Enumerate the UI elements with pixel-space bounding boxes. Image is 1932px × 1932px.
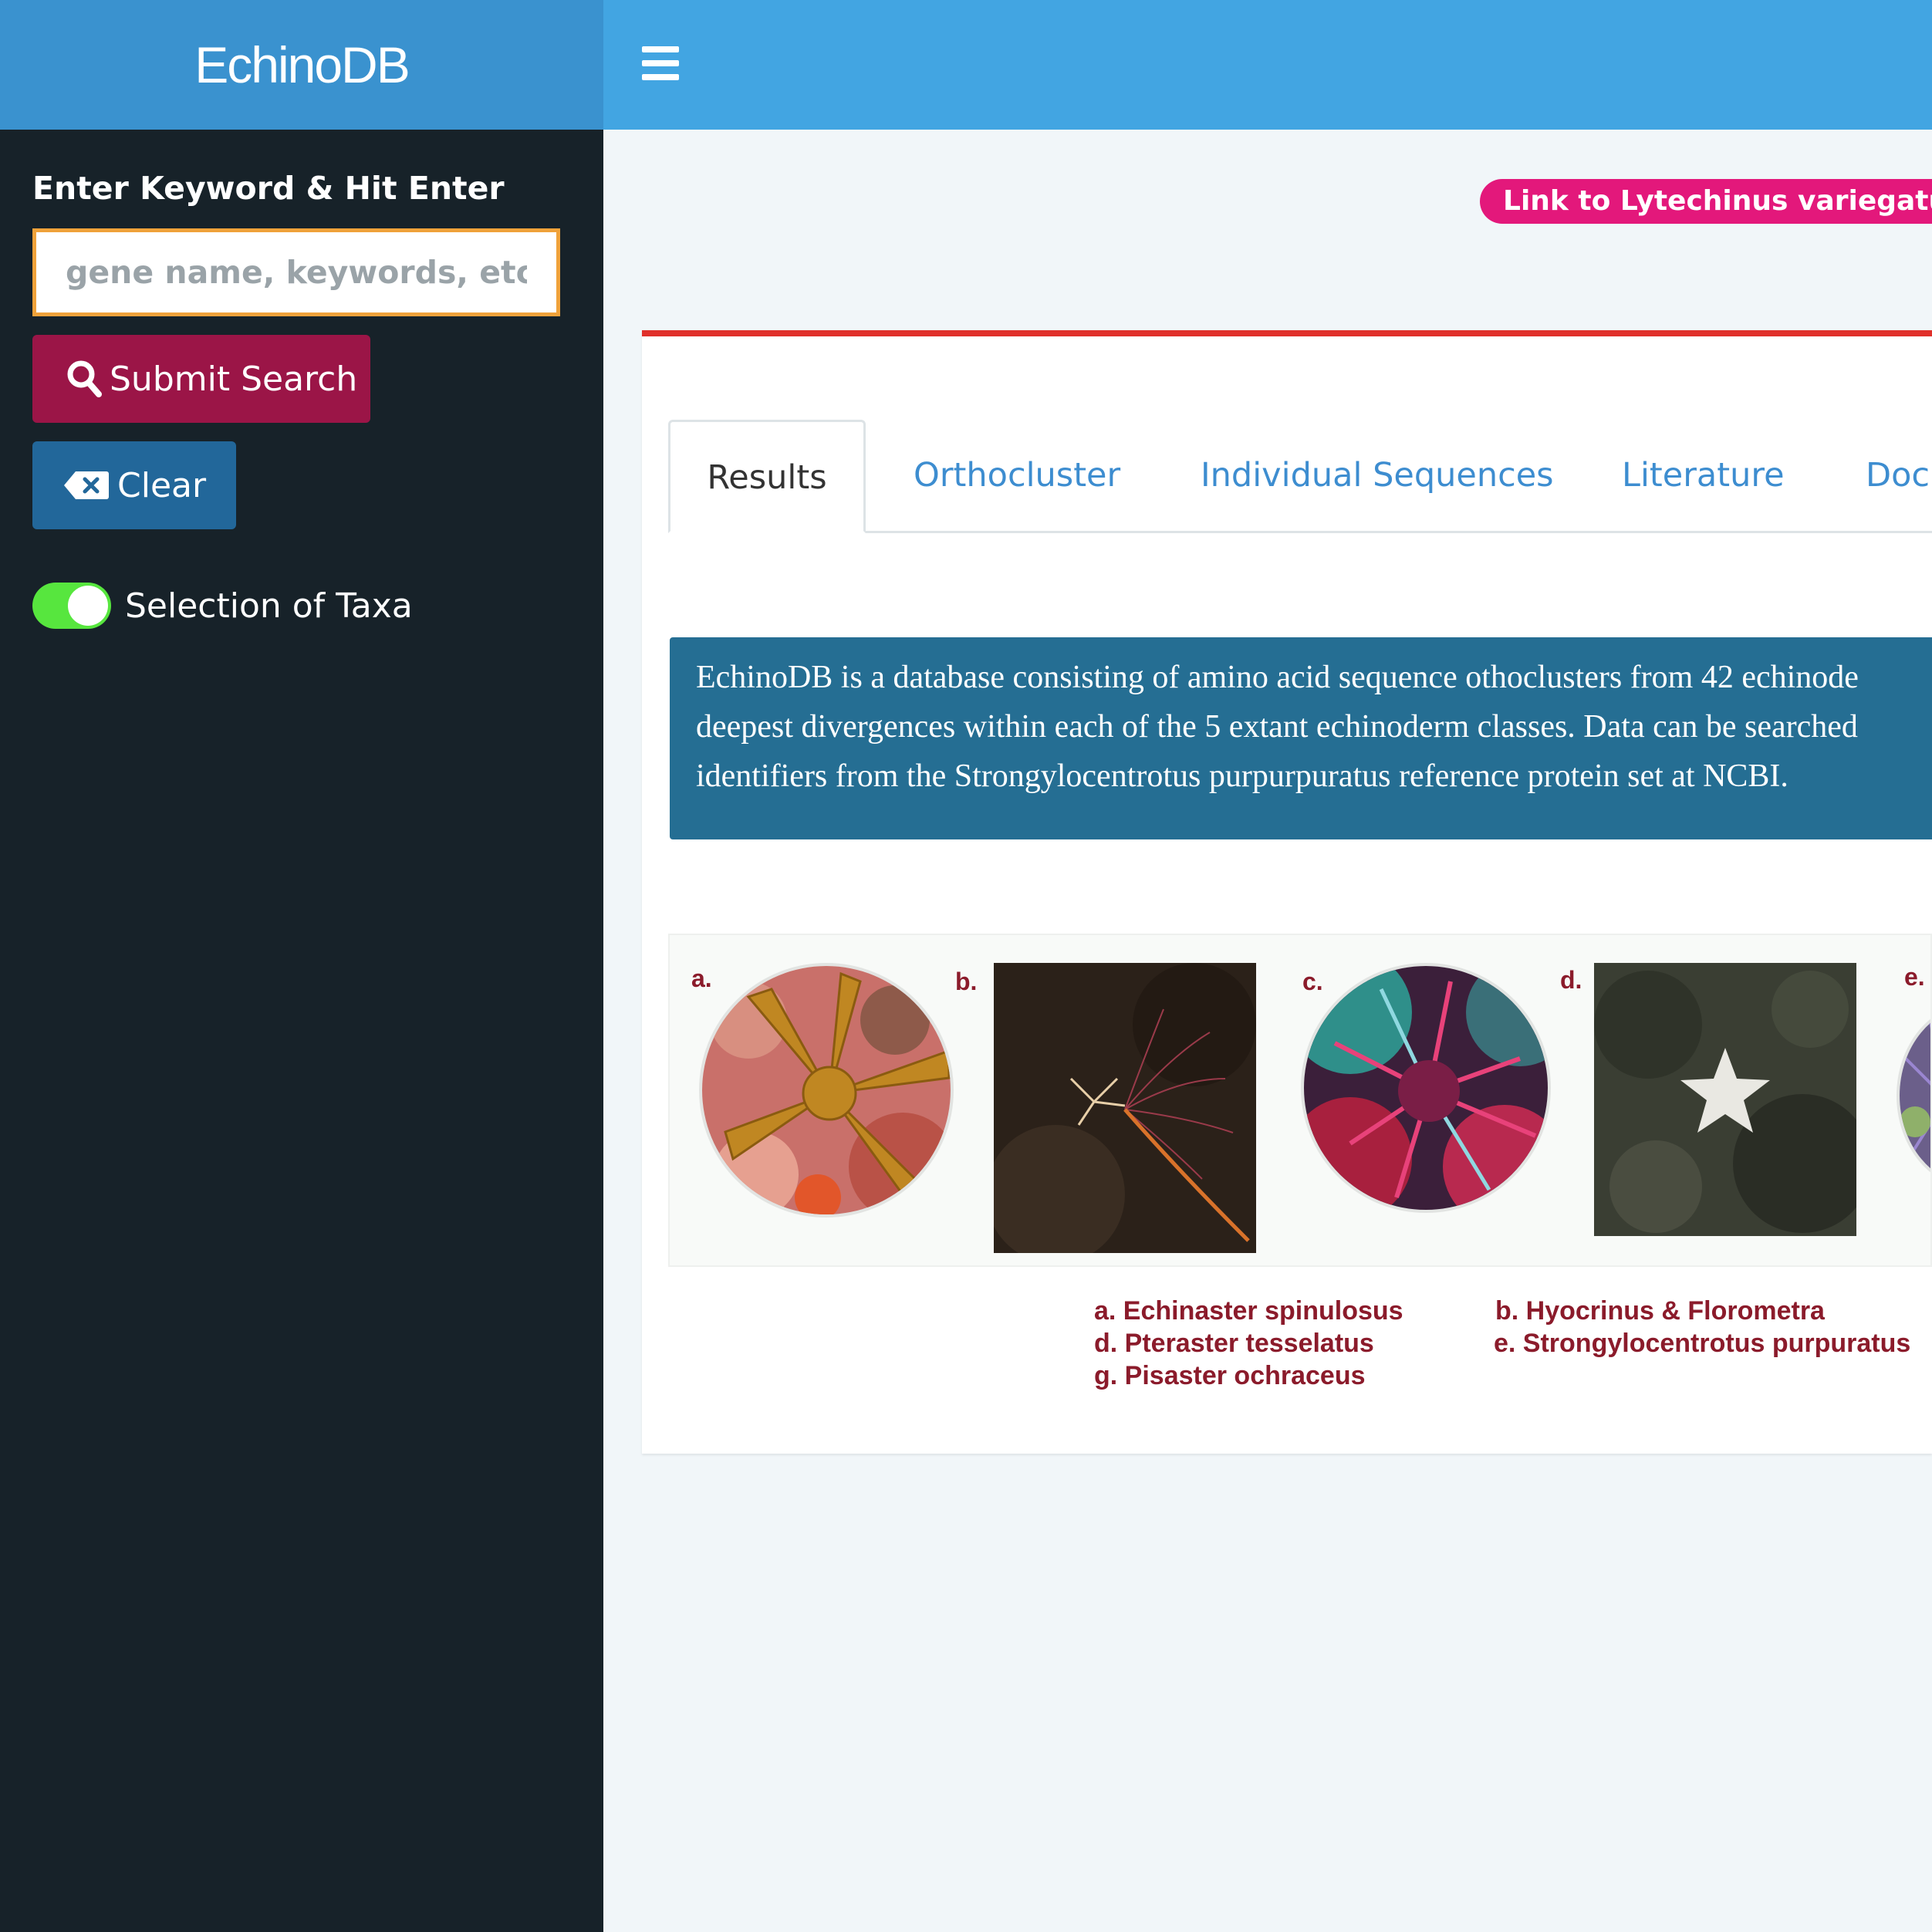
backspace-icon <box>63 470 110 501</box>
photo-strongylocentrotus <box>1897 1003 1930 1188</box>
caption-a: a. Echinaster spinulosus <box>1094 1296 1403 1326</box>
gallery-label-c: c. <box>1302 968 1323 995</box>
photo-hyocrinus <box>986 963 1256 1264</box>
header-bar <box>603 0 1932 130</box>
info-panel: EchinoDB is a database consisting of ami… <box>670 637 1932 839</box>
tab-documentation[interactable]: Docu <box>1866 420 1932 531</box>
photo-sea-urchin-c <box>1301 963 1551 1213</box>
search-icon <box>66 360 102 398</box>
tab-literature[interactable]: Literature <box>1622 420 1785 531</box>
tab-bar: Results Orthocluster Individual Sequence… <box>668 420 1932 533</box>
caption-b: b. Hyocrinus & Florometra <box>1495 1296 1825 1326</box>
species-gallery: a. b. c. d. e. <box>668 934 1932 1267</box>
submit-search-button[interactable]: Submit Search <box>32 335 370 423</box>
gallery-label-e: e. <box>1904 963 1925 991</box>
info-line: identifiers from the Strongylocentrotus … <box>696 758 1788 794</box>
taxa-toggle[interactable] <box>32 583 111 629</box>
search-input[interactable] <box>32 228 560 316</box>
taxa-toggle-label: Selection of Taxa <box>125 586 413 626</box>
caption-e: e. Strongylocentrotus purpuratus <box>1494 1329 1911 1358</box>
info-line: deepest divergences within each of the 5… <box>696 709 1858 745</box>
toggle-knob <box>68 586 108 626</box>
gallery-label-a: a. <box>691 964 712 992</box>
gallery-label-b: b. <box>955 968 978 995</box>
submit-search-label: Submit Search <box>110 359 358 399</box>
caption-g: g. Pisaster ochraceus <box>1094 1361 1366 1390</box>
keyword-label: Enter Keyword & Hit Enter <box>32 170 505 207</box>
gallery-label-d: d. <box>1560 966 1582 994</box>
clear-button[interactable]: Clear <box>32 441 236 529</box>
hamburger-icon[interactable] <box>642 46 679 80</box>
tab-results[interactable]: Results <box>668 420 866 533</box>
tab-orthocluster[interactable]: Orthocluster <box>914 420 1120 531</box>
clear-label: Clear <box>117 465 207 505</box>
app-logo[interactable]: EchinoDB <box>194 35 410 94</box>
caption-d: d. Pteraster tesselatus <box>1094 1329 1374 1358</box>
photo-pteraster <box>1594 963 1872 1236</box>
info-line: EchinoDB is a database consisting of ami… <box>696 660 1859 695</box>
lytechinus-link[interactable]: Link to Lytechinus variegatus D <box>1480 179 1932 224</box>
photo-echinaster <box>699 963 954 1218</box>
header-logo-area: EchinoDB <box>0 0 603 130</box>
tab-individual-sequences[interactable]: Individual Sequences <box>1201 420 1554 531</box>
